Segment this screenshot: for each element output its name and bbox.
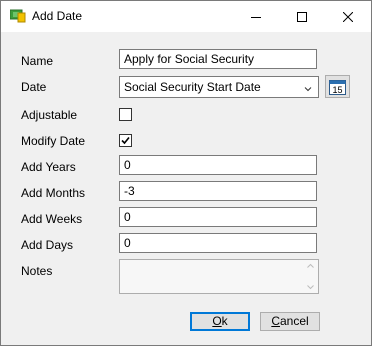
minimize-button[interactable] — [233, 1, 279, 32]
add-years-label: Add Years — [21, 160, 76, 174]
calendar-icon-day: 15 — [332, 85, 342, 95]
scroll-down-icon — [307, 285, 314, 290]
add-date-dialog: Add Date Name Apply for Social Security … — [0, 0, 372, 346]
name-input[interactable]: Apply for Social Security — [119, 49, 317, 69]
name-label: Name — [21, 54, 54, 68]
date-label: Date — [21, 80, 47, 94]
minimize-icon — [251, 16, 261, 18]
notes-textarea[interactable] — [119, 259, 319, 294]
chevron-down-icon — [304, 82, 312, 96]
ok-button-label: k — [221, 314, 228, 328]
date-select-value: Social Security Start Date — [124, 80, 261, 94]
add-days-input[interactable]: 0 — [119, 233, 317, 253]
close-icon — [343, 11, 353, 22]
date-select[interactable]: Social Security Start Date — [119, 76, 319, 98]
cancel-button-label: ancel — [279, 314, 309, 328]
modify-date-checkbox[interactable] — [119, 134, 132, 147]
calendar-icon: 15 — [329, 79, 346, 95]
maximize-button[interactable] — [279, 1, 325, 32]
adjustable-checkbox[interactable] — [119, 108, 132, 121]
adjustable-label: Adjustable — [21, 108, 78, 122]
add-months-label: Add Months — [21, 186, 86, 200]
add-weeks-label: Add Weeks — [21, 212, 83, 226]
notes-label: Notes — [21, 264, 53, 278]
cancel-button[interactable]: Cancel — [260, 312, 320, 331]
scroll-up-icon — [307, 263, 314, 268]
notes-scrollbar[interactable] — [303, 260, 318, 293]
checkmark-icon — [121, 136, 130, 145]
add-weeks-input[interactable]: 0 — [119, 207, 317, 227]
modify-date-label: Modify Date — [21, 134, 86, 148]
cancel-button-mnemonic: C — [271, 314, 280, 328]
maximize-icon — [297, 11, 307, 22]
ok-button-mnemonic: O — [212, 314, 222, 328]
add-days-label: Add Days — [21, 238, 74, 252]
add-months-input[interactable]: -3 — [119, 181, 317, 201]
add-years-input[interactable]: 0 — [119, 155, 317, 175]
ok-button[interactable]: Ok — [190, 312, 250, 331]
calendar-button[interactable]: 15 — [325, 75, 350, 98]
close-button[interactable] — [325, 1, 371, 32]
title-bar: Add Date — [1, 1, 371, 32]
money-calendar-icon — [9, 9, 26, 23]
window-title: Add Date — [32, 9, 83, 23]
